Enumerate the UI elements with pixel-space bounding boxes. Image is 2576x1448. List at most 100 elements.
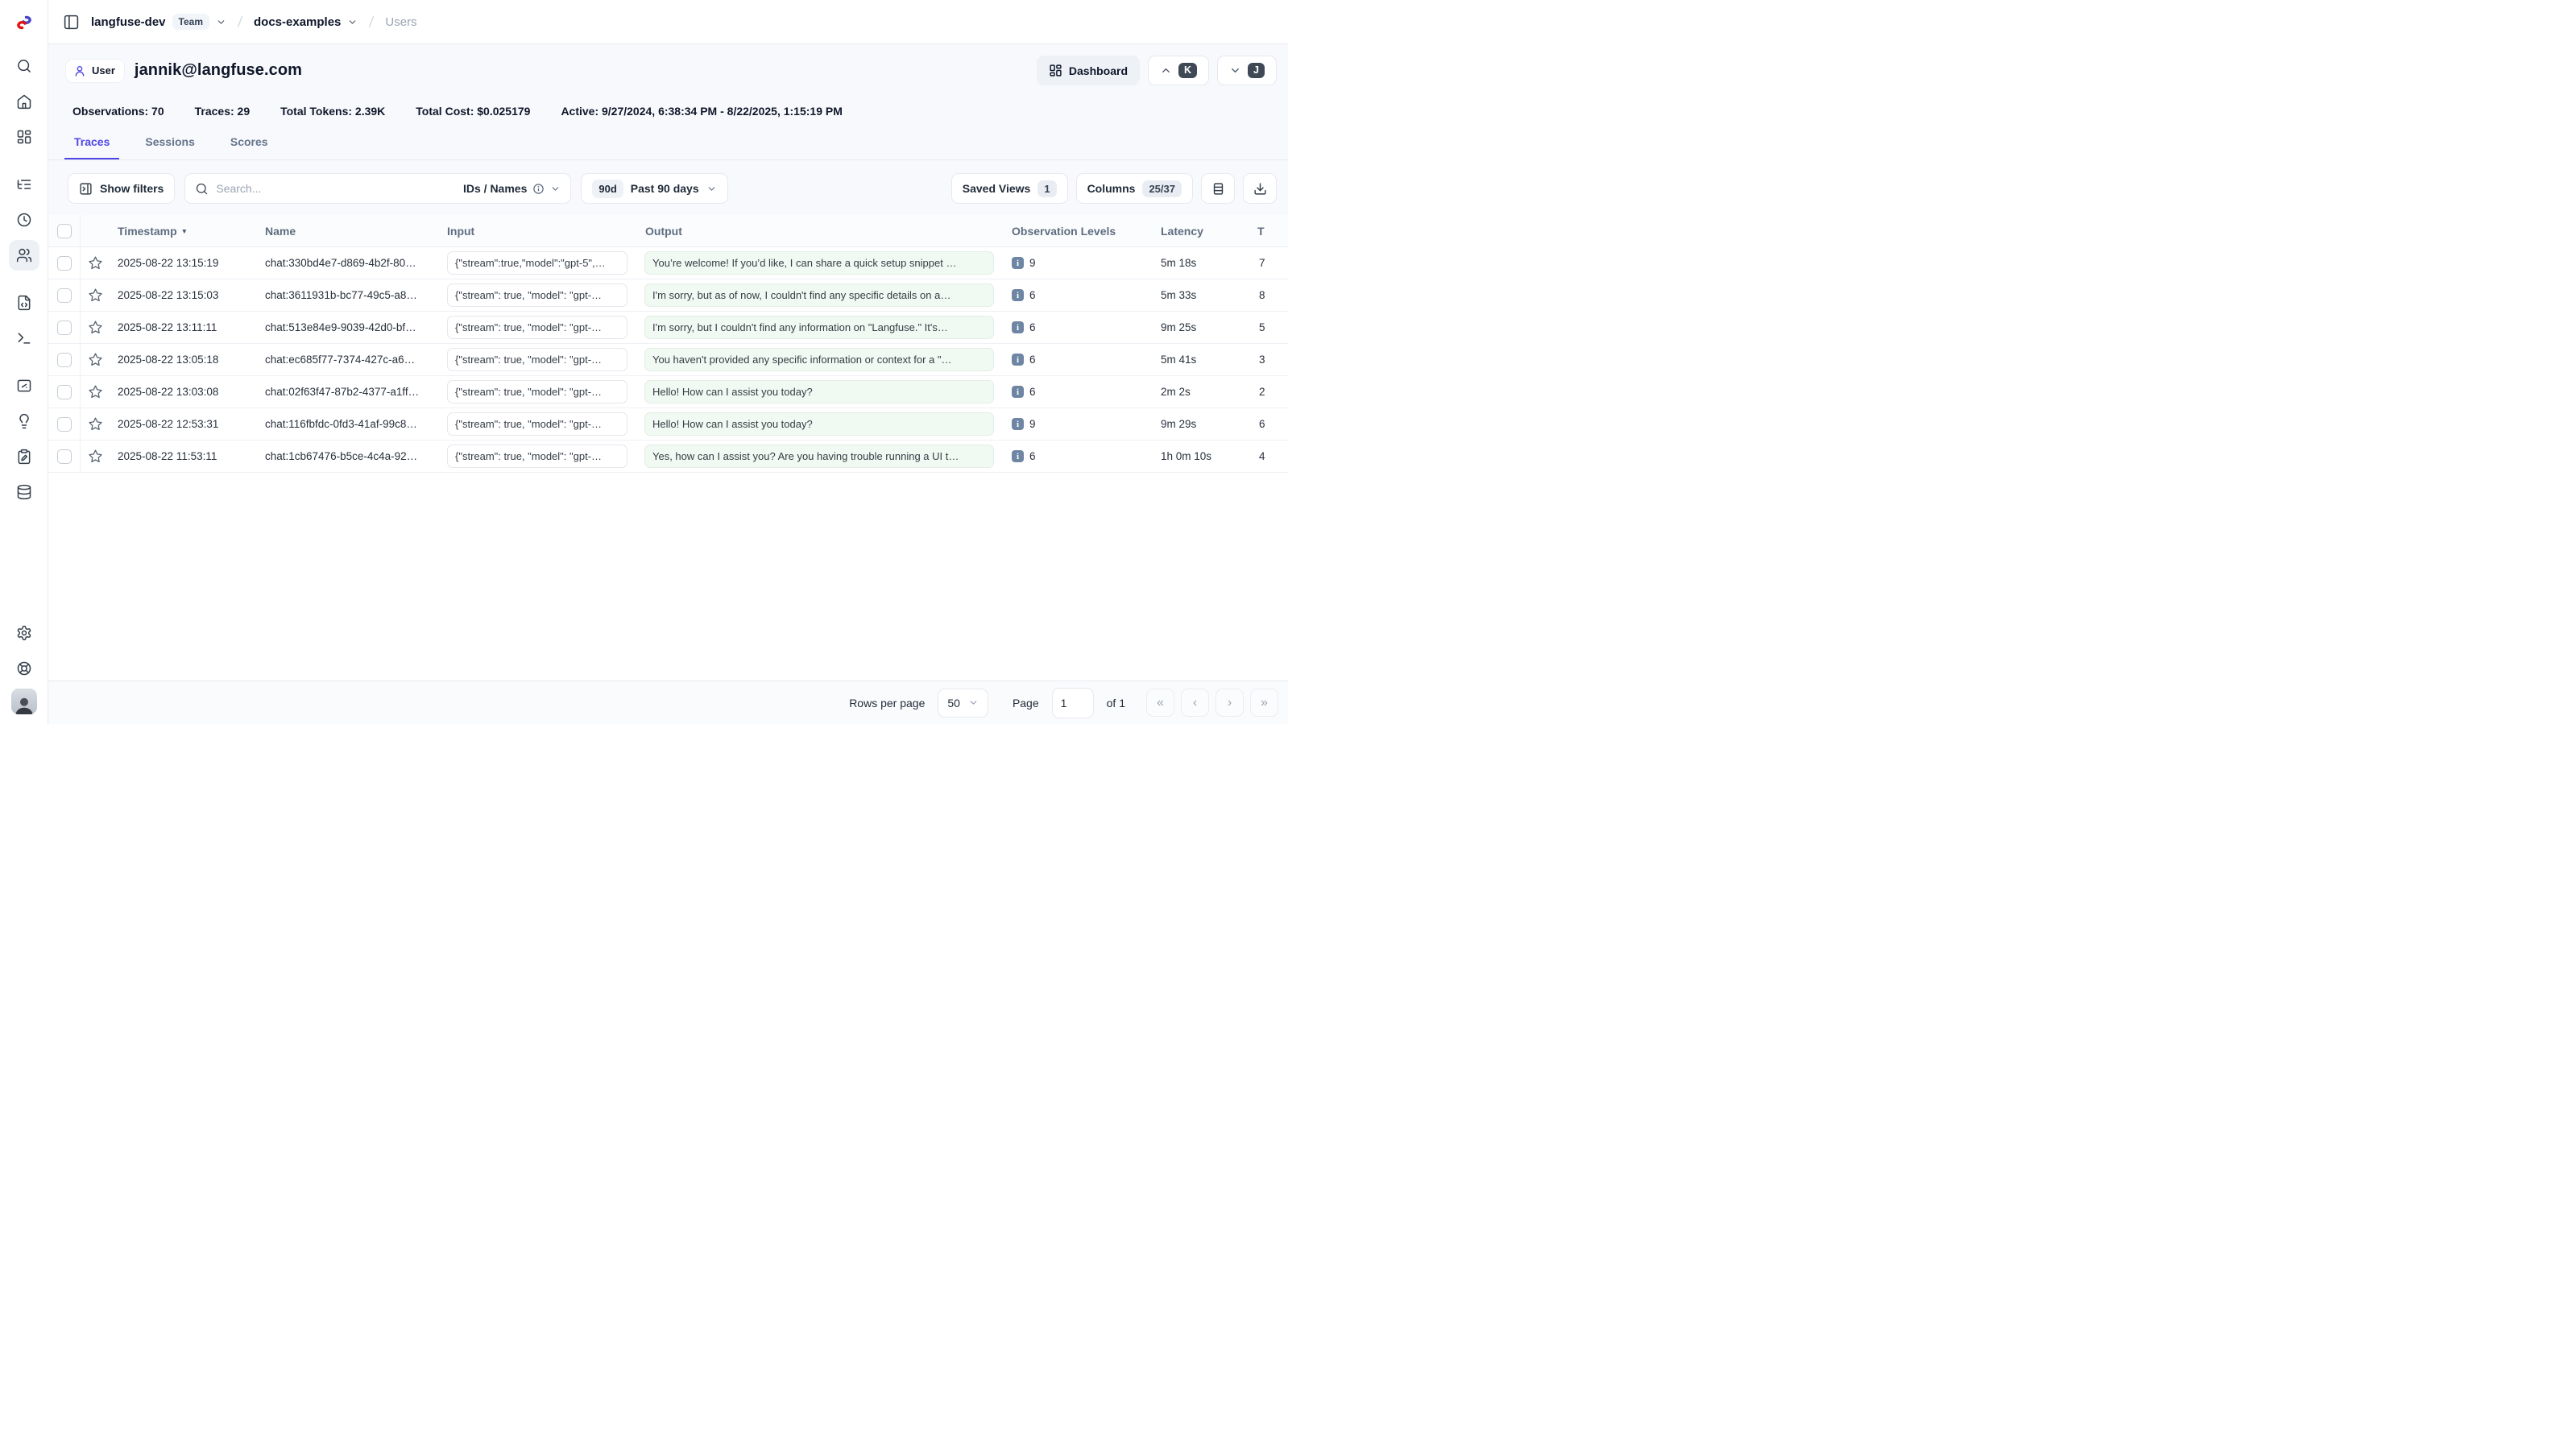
trace-input-cell[interactable]: {"stream": true, "model": "gpt-… <box>447 380 627 403</box>
rows-per-page-select[interactable]: 50 <box>938 689 988 718</box>
trace-name[interactable]: chat:1cb67476-b5ce-4c4a-92… <box>257 450 439 462</box>
export-button[interactable] <box>1243 173 1277 204</box>
tab-sessions[interactable]: Sessions <box>135 135 204 159</box>
sidebar-item-sessions[interactable] <box>9 205 39 235</box>
trace-input-cell[interactable]: {"stream": true, "model": "gpt-… <box>447 283 627 307</box>
table-row[interactable]: 2025-08-22 13:05:18 chat:ec685f77-7374-4… <box>48 344 1288 376</box>
row-height-button[interactable] <box>1201 173 1235 204</box>
row-checkbox[interactable] <box>57 353 72 367</box>
table-row[interactable]: 2025-08-22 11:53:11 chat:1cb67476-b5ce-4… <box>48 441 1288 473</box>
select-all-checkbox[interactable] <box>57 224 72 238</box>
table-row[interactable]: 2025-08-22 13:03:08 chat:02f63f47-87b2-4… <box>48 376 1288 408</box>
dashboard-grid-icon <box>1049 64 1062 77</box>
table-row[interactable]: 2025-08-22 13:11:11 chat:513e84e9-9039-4… <box>48 312 1288 344</box>
trace-output-cell[interactable]: I'm sorry, but I couldn't find any infor… <box>644 316 994 339</box>
sidebar-toggle-icon[interactable] <box>63 14 80 31</box>
date-range-button[interactable]: 90d Past 90 days <box>581 173 727 204</box>
favorite-star-icon[interactable] <box>88 384 103 399</box>
sidebar-item-users[interactable] <box>9 240 39 271</box>
dashboard-button[interactable]: Dashboard <box>1037 56 1140 85</box>
row-checkbox[interactable] <box>57 385 72 399</box>
tab-scores[interactable]: Scores <box>221 135 278 159</box>
last-page-button[interactable]: » <box>1250 689 1278 717</box>
next-page-button[interactable]: › <box>1216 689 1244 717</box>
breadcrumb-section[interactable]: docs-examples <box>254 15 341 29</box>
favorite-star-icon[interactable] <box>88 416 103 432</box>
gear-icon <box>16 625 32 641</box>
next-user-button[interactable]: J <box>1217 56 1277 85</box>
favorite-star-icon[interactable] <box>88 352 103 367</box>
column-header-timestamp[interactable]: Timestamp ▼ <box>110 225 257 238</box>
sidebar-item-search[interactable] <box>9 51 39 81</box>
breadcrumb-page: Users <box>385 15 416 29</box>
column-header-truncated[interactable]: T <box>1249 225 1288 238</box>
breadcrumb-project[interactable]: langfuse-dev <box>91 15 166 29</box>
sidebar-item-datasets[interactable] <box>9 477 39 507</box>
trace-output-cell[interactable]: Hello! How can I assist you today? <box>644 412 994 436</box>
row-checkbox[interactable] <box>57 417 72 432</box>
trace-output-cell[interactable]: Yes, how can I assist you? Are you havin… <box>644 445 994 468</box>
row-checkbox[interactable] <box>57 256 72 271</box>
trace-input-cell[interactable]: {"stream": true, "model": "gpt-… <box>447 348 627 371</box>
trace-name[interactable]: chat:513e84e9-9039-42d0-bf… <box>257 321 439 333</box>
timestamp-header-label: Timestamp <box>118 225 177 238</box>
trace-name[interactable]: chat:330bd4e7-d869-4b2f-80… <box>257 257 439 269</box>
trace-truncated-value: 2 <box>1249 386 1288 398</box>
breadcrumb: langfuse-dev Team docs-examples Users <box>91 13 417 31</box>
trace-input-cell[interactable]: {"stream": true, "model": "gpt-… <box>447 412 627 436</box>
favorite-star-icon[interactable] <box>88 320 103 335</box>
search-scope-dropdown[interactable]: IDs / Names <box>463 182 561 195</box>
page-number-input[interactable] <box>1052 688 1094 718</box>
sidebar-item-prompts[interactable] <box>9 288 39 318</box>
previous-page-button[interactable]: ‹ <box>1181 689 1209 717</box>
column-header-output[interactable]: Output <box>637 225 1004 238</box>
topbar: langfuse-dev Team docs-examples Users <box>48 0 1288 44</box>
chevron-down-icon[interactable] <box>347 17 358 27</box>
table-row[interactable]: 2025-08-22 12:53:31 chat:116fbfdc-0fd3-4… <box>48 408 1288 441</box>
column-header-observation-levels[interactable]: Observation Levels <box>1004 225 1153 238</box>
sidebar-item-settings[interactable] <box>9 618 39 648</box>
favorite-star-icon[interactable] <box>88 288 103 303</box>
columns-button[interactable]: Columns 25/37 <box>1076 173 1193 204</box>
trace-output-cell[interactable]: I'm sorry, but as of now, I couldn't fin… <box>644 283 994 307</box>
sidebar-item-playground[interactable] <box>9 323 39 354</box>
trace-name[interactable]: chat:02f63f47-87b2-4377-a1ff… <box>257 386 439 398</box>
trace-input-cell[interactable]: {"stream":true,"model":"gpt-5",… <box>447 251 627 275</box>
trace-timestamp: 2025-08-22 13:11:11 <box>110 321 257 333</box>
trace-output-cell[interactable]: You’re welcome! If you’d like, I can sha… <box>644 251 994 275</box>
trace-name[interactable]: chat:116fbfdc-0fd3-41af-99c8… <box>257 418 439 430</box>
table-row[interactable]: 2025-08-22 13:15:03 chat:3611931b-bc77-4… <box>48 279 1288 312</box>
trace-output-cell[interactable]: Hello! How can I assist you today? <box>644 380 994 403</box>
dashboard-button-label: Dashboard <box>1069 64 1128 77</box>
row-checkbox[interactable] <box>57 321 72 335</box>
favorite-star-icon[interactable] <box>88 255 103 271</box>
table-row[interactable]: 2025-08-22 13:15:19 chat:330bd4e7-d869-4… <box>48 247 1288 279</box>
column-header-input[interactable]: Input <box>439 225 637 238</box>
chevron-down-icon[interactable] <box>216 17 226 27</box>
row-checkbox[interactable] <box>57 449 72 464</box>
sidebar-item-dashboards[interactable] <box>9 122 39 152</box>
first-page-button[interactable]: « <box>1146 689 1174 717</box>
saved-views-button[interactable]: Saved Views 1 <box>951 173 1068 204</box>
previous-user-button[interactable]: K <box>1148 56 1209 85</box>
sidebar-item-llm-judge[interactable] <box>9 406 39 436</box>
sidebar-item-tracing[interactable] <box>9 169 39 200</box>
column-header-latency[interactable]: Latency <box>1153 225 1249 238</box>
sidebar-item-home[interactable] <box>9 86 39 117</box>
trace-name[interactable]: chat:3611931b-bc77-49c5-a8… <box>257 289 439 301</box>
terminal-icon <box>16 330 32 346</box>
trace-name[interactable]: chat:ec685f77-7374-427c-a6… <box>257 354 439 366</box>
sidebar-item-support[interactable] <box>9 653 39 684</box>
trace-input-cell[interactable]: {"stream": true, "model": "gpt-… <box>447 316 627 339</box>
column-header-name[interactable]: Name <box>257 225 439 238</box>
trace-input-cell[interactable]: {"stream": true, "model": "gpt-… <box>447 445 627 468</box>
tab-traces[interactable]: Traces <box>64 135 119 159</box>
show-filters-button[interactable]: Show filters <box>68 173 175 204</box>
row-checkbox[interactable] <box>57 288 72 303</box>
sidebar-item-annotation[interactable] <box>9 441 39 472</box>
user-avatar[interactable] <box>11 689 37 714</box>
trace-output-cell[interactable]: You haven't provided any specific inform… <box>644 348 994 371</box>
favorite-star-icon[interactable] <box>88 449 103 464</box>
search-input[interactable] <box>216 182 456 195</box>
sidebar-item-evaluations[interactable] <box>9 370 39 401</box>
